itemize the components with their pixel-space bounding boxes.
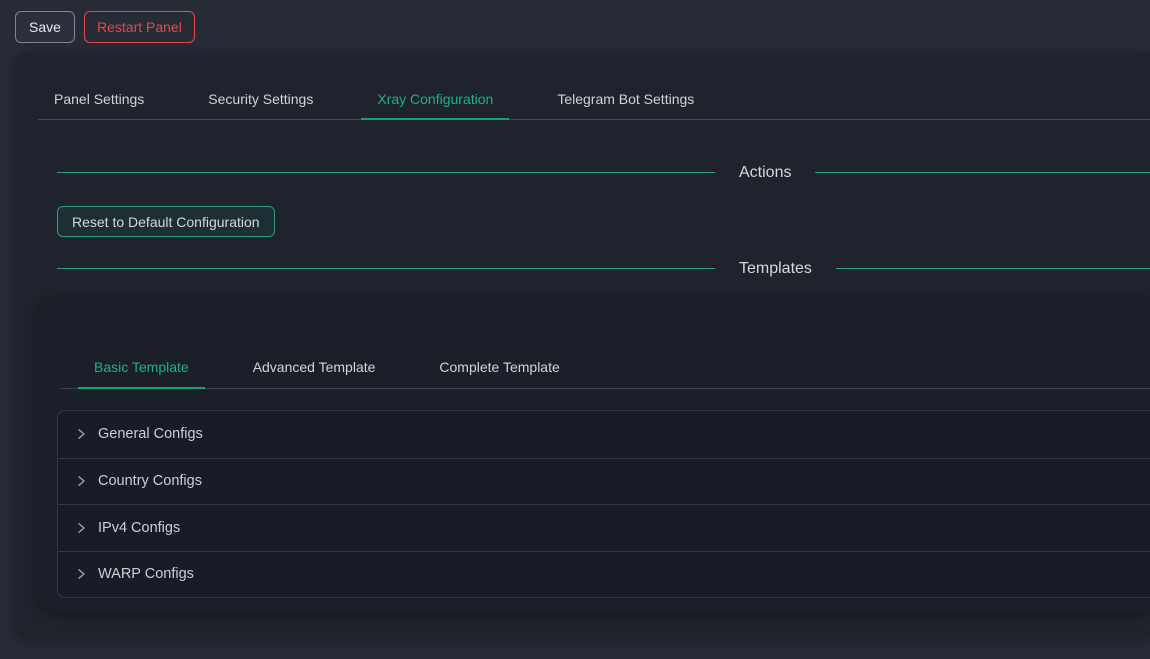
divider-line bbox=[57, 172, 715, 173]
templates-card: Basic Template Advanced Template Complet… bbox=[36, 296, 1150, 613]
divider-line bbox=[836, 268, 1150, 269]
tab-security-settings[interactable]: Security Settings bbox=[192, 78, 329, 119]
accordion-label: General Configs bbox=[98, 426, 203, 442]
save-button[interactable]: Save bbox=[15, 11, 75, 43]
settings-card: Panel Settings Security Settings Xray Co… bbox=[14, 52, 1150, 638]
chevron-right-icon bbox=[75, 522, 87, 534]
actions-divider-title: Actions bbox=[715, 164, 815, 182]
template-tab-bar: Basic Template Advanced Template Complet… bbox=[60, 345, 1150, 389]
accordion-label: Country Configs bbox=[98, 473, 202, 489]
templates-divider: Templates bbox=[57, 256, 1150, 281]
accordion-country-configs[interactable]: Country Configs bbox=[58, 458, 1150, 505]
tab-advanced-template[interactable]: Advanced Template bbox=[237, 345, 392, 388]
divider-line bbox=[815, 172, 1150, 173]
tab-xray-configuration[interactable]: Xray Configuration bbox=[361, 78, 509, 119]
actions-divider: Actions bbox=[57, 160, 1150, 185]
configs-accordion: General Configs Country Configs IPv4 Con… bbox=[57, 410, 1150, 598]
tab-panel-settings[interactable]: Panel Settings bbox=[38, 78, 160, 119]
accordion-label: WARP Configs bbox=[98, 566, 194, 582]
settings-tab-bar: Panel Settings Security Settings Xray Co… bbox=[38, 78, 1150, 120]
tab-telegram-bot-settings[interactable]: Telegram Bot Settings bbox=[541, 78, 710, 119]
accordion-ipv4-configs[interactable]: IPv4 Configs bbox=[58, 504, 1150, 551]
restart-panel-button[interactable]: Restart Panel bbox=[84, 11, 195, 43]
accordion-general-configs[interactable]: General Configs bbox=[58, 411, 1150, 458]
chevron-right-icon bbox=[75, 428, 87, 440]
templates-divider-title: Templates bbox=[715, 260, 836, 278]
divider-line bbox=[57, 268, 715, 269]
xray-configuration-page: { "topbar": { "save_label": "Save", "res… bbox=[0, 0, 1150, 659]
reset-to-default-button[interactable]: Reset to Default Configuration bbox=[57, 206, 275, 237]
accordion-warp-configs[interactable]: WARP Configs bbox=[58, 551, 1150, 598]
tab-basic-template[interactable]: Basic Template bbox=[78, 345, 205, 388]
tab-complete-template[interactable]: Complete Template bbox=[423, 345, 575, 388]
chevron-right-icon bbox=[75, 568, 87, 580]
accordion-label: IPv4 Configs bbox=[98, 520, 180, 536]
chevron-right-icon bbox=[75, 475, 87, 487]
